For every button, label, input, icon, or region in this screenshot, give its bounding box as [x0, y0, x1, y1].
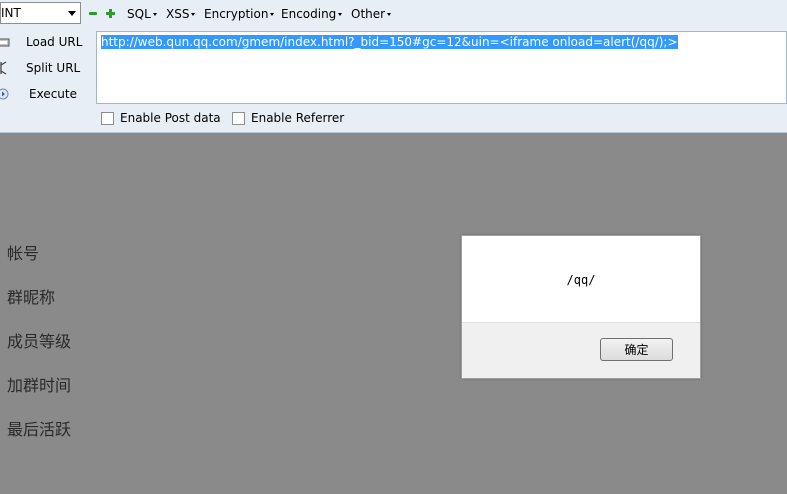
enable-post-data-label: Enable Post data — [120, 111, 221, 125]
menu-xss-label: XSS — [166, 7, 190, 21]
dropdown-icon — [387, 12, 392, 16]
enable-post-data-checkbox[interactable]: Enable Post data — [101, 111, 221, 125]
version-select-value: INT — [1, 6, 21, 20]
url-textarea[interactable]: http://web.qun.qq.com/gmem/index.html?_b… — [96, 31, 787, 104]
alert-dialog: /qq/ 确定 — [461, 235, 701, 379]
alert-message: /qq/ — [566, 273, 596, 287]
version-select[interactable]: INT — [0, 2, 81, 24]
execute-icon — [0, 88, 9, 100]
field-label-account: 帐号 — [7, 244, 40, 263]
split-url-label: Split URL — [26, 61, 81, 75]
menu-encoding-label: Encoding — [281, 7, 337, 21]
dropdown-icon — [152, 12, 157, 16]
dropdown-icon — [270, 12, 275, 16]
menu-xss[interactable]: XSS — [166, 7, 196, 21]
menu-encryption[interactable]: Encryption — [204, 7, 275, 21]
enable-referrer-label: Enable Referrer — [251, 111, 345, 125]
split-url-icon — [0, 61, 7, 75]
minus-icon[interactable] — [89, 9, 98, 18]
menu-encoding[interactable]: Encoding — [281, 7, 343, 21]
load-url-icon — [0, 38, 10, 47]
plus-icon[interactable] — [106, 9, 115, 18]
field-label-join-time: 加群时间 — [7, 376, 72, 395]
chevron-down-icon[interactable] — [68, 10, 76, 16]
split-url-button[interactable]: Split URL — [0, 58, 90, 78]
menu-sql-label: SQL — [127, 7, 151, 21]
execute-label: Execute — [29, 87, 77, 101]
enable-referrer-checkbox[interactable]: Enable Referrer — [232, 111, 344, 125]
field-label-last-active: 最后活跃 — [7, 420, 72, 439]
load-url-button[interactable]: Load URL — [0, 32, 90, 52]
execute-button[interactable]: Execute — [0, 84, 90, 104]
menu-other-label: Other — [351, 7, 386, 21]
checkbox-icon[interactable] — [101, 111, 114, 125]
dropdown-icon — [191, 12, 196, 16]
load-url-label: Load URL — [26, 35, 83, 49]
menu-other[interactable]: Other — [351, 7, 392, 21]
ok-button[interactable]: 确定 — [600, 338, 673, 361]
menu-encryption-label: Encryption — [204, 7, 269, 21]
dropdown-icon — [338, 12, 343, 16]
url-text: http://web.qun.qq.com/gmem/index.html?_b… — [101, 35, 678, 49]
checkbox-icon[interactable] — [232, 111, 245, 125]
field-label-member-level: 成员等级 — [7, 332, 72, 351]
menu-sql[interactable]: SQL — [127, 7, 157, 21]
alert-footer: 确定 — [462, 322, 700, 378]
hackbar-toolbar: INT SQL XSS Encryption Encoding Other Lo… — [0, 0, 787, 133]
field-label-nickname: 群昵称 — [7, 288, 56, 307]
